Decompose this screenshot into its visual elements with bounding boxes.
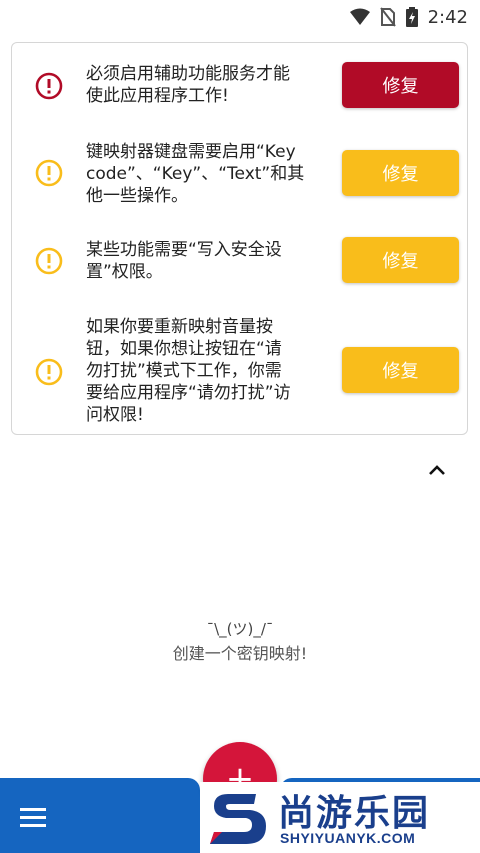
- chevron-up-icon: [428, 461, 446, 480]
- menu-icon: [20, 807, 46, 811]
- issue-message: 必须启用辅助功能服务才能 使此应用程序工作!: [86, 64, 290, 106]
- wifi-icon: [349, 8, 370, 26]
- issue-row-secure-settings: 某些功能需要“写入安全设 置”权限。 修复: [12, 235, 467, 293]
- empty-state-message: 创建一个密钥映射!: [172, 644, 308, 663]
- watermark-title: 尚游乐园: [278, 793, 431, 834]
- warning-circle-icon: [34, 246, 64, 276]
- watermark: 尚游乐园 SHYIYUANYK.COM: [200, 782, 480, 853]
- error-circle-icon: [34, 71, 64, 101]
- warning-circle-icon: [34, 357, 64, 387]
- empty-state-face: ¯\_(ツ)_/¯: [206, 620, 274, 638]
- menu-button[interactable]: [20, 802, 54, 832]
- warning-circle-icon: [34, 158, 64, 188]
- issue-row-accessibility: 必须启用辅助功能服务才能 使此应用程序工作! 修复: [12, 57, 467, 115]
- issue-message: 某些功能需要“写入安全设 置”权限。: [86, 240, 282, 282]
- issue-row-dnd: 如果你要重新映射音量按 钮，如果你想让按钮在“请 勿打扰”模式下工作，你需 要给…: [12, 315, 467, 427]
- fix-dnd-button[interactable]: 修复: [342, 347, 459, 393]
- fix-keyboard-button[interactable]: 修复: [342, 150, 459, 196]
- fix-secure-settings-button[interactable]: 修复: [342, 237, 459, 283]
- fix-accessibility-button[interactable]: 修复: [342, 62, 459, 108]
- issue-message: 键映射器键盘需要启用“Key code”、“Key”、“Text”和其 他一些操…: [86, 142, 305, 206]
- setup-issues-card: 必须启用辅助功能服务才能 使此应用程序工作! 修复 键映射器键盘需要启用“Key…: [11, 42, 468, 435]
- status-bar: 2:42: [0, 0, 480, 34]
- clock: 2:42: [427, 6, 468, 28]
- issue-message: 如果你要重新映射音量按 钮，如果你想让按钮在“请 勿打扰”模式下工作，你需 要给…: [86, 317, 291, 425]
- issue-row-keyboard: 键映射器键盘需要启用“Key code”、“Key”、“Text”和其 他一些操…: [12, 139, 467, 207]
- battery-icon: [405, 7, 418, 27]
- watermark-subtitle: SHYIYUANYK.COM: [280, 830, 416, 846]
- watermark-logo: [210, 794, 266, 844]
- collapse-button[interactable]: [424, 457, 450, 483]
- no-sim-icon: [379, 7, 396, 27]
